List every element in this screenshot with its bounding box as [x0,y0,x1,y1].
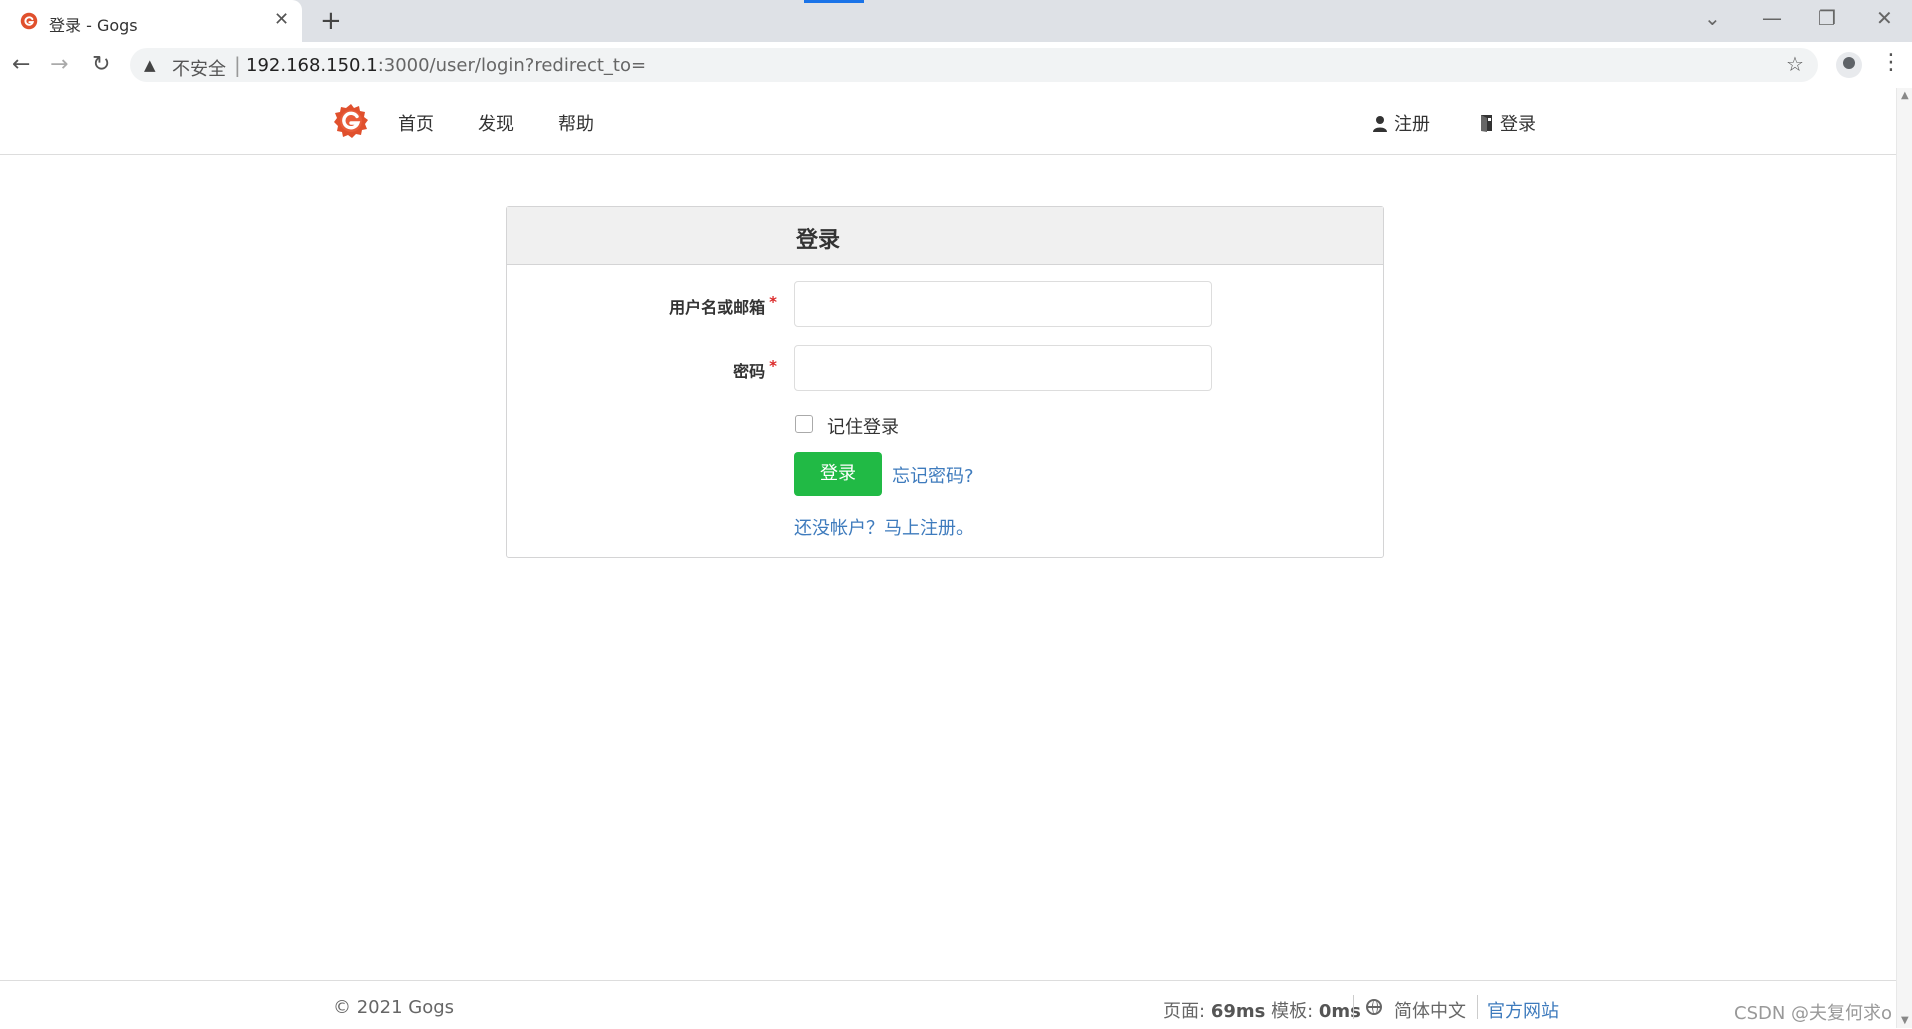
window-close-icon[interactable]: ✕ [1876,6,1893,30]
forward-icon[interactable]: → [50,52,68,77]
template-time-value: 0ms [1318,1001,1361,1022]
nav-explore[interactable]: 发现 [478,110,514,136]
sign-in-icon [1481,115,1492,132]
login-submit-button[interactable]: 登录 [794,452,882,496]
username-label: 用户名或邮箱 * [669,293,777,318]
nav-help[interactable]: 帮助 [558,110,594,136]
register-label: 注册 [1394,114,1430,135]
scroll-down-icon[interactable]: ▼ [1901,1015,1909,1026]
not-secure-label[interactable]: 不安全 [172,55,226,81]
new-tab-icon[interactable]: + [320,6,342,36]
nav-home[interactable]: 首页 [398,110,434,136]
site-header: 首页 发现 帮助 注册 登录 [0,88,1896,155]
password-label-text: 密码 [733,362,766,381]
page-time-label: 页面: [1163,1001,1206,1022]
password-input[interactable] [794,345,1212,391]
language-selector[interactable]: 简体中文 [1394,997,1466,1023]
login-label: 登录 [1500,114,1536,135]
address-bar[interactable]: ▲ 不安全 | 192.168.150.1:3000/user/login?re… [130,48,1818,82]
register-link[interactable]: 注册 [1372,110,1430,136]
menu-icon[interactable]: ⋮ [1880,50,1902,75]
password-label: 密码 * [733,357,777,382]
template-time-label: 模板: [1271,1001,1314,1022]
browser-toolbar: ← → ↻ ▲ 不安全 | 192.168.150.1:3000/user/lo… [0,42,1912,89]
copyright: © 2021 Gogs [333,997,455,1018]
reload-icon[interactable]: ↻ [92,52,110,77]
browser-tab-bar: 登录 - Gogs ✕ + ⌄ — ❐ ✕ [0,0,1912,42]
warning-icon[interactable]: ▲ [144,56,156,74]
user-icon [1373,116,1387,132]
login-card-header: 登录 [507,207,1383,265]
username-label-text: 用户名或邮箱 [669,298,766,317]
gogs-favicon-icon [20,12,38,30]
tab-close-icon[interactable]: ✕ [274,9,289,30]
remember-checkbox[interactable] [795,415,813,433]
url-host: 192.168.150.1 [246,55,378,76]
watermark: CSDN @夫复何求o [1734,1003,1893,1024]
url-path: :3000/user/login?redirect_to= [377,55,647,76]
gogs-logo-icon[interactable] [333,103,369,139]
profile-icon[interactable] [1836,52,1862,78]
tab-title: 登录 - Gogs [49,16,138,35]
required-mark: * [769,293,777,311]
remember-label[interactable]: 记住登录 [827,413,899,439]
login-title: 登录 [796,228,841,253]
render-stats: 页面: 69ms 模板: 0ms [1163,997,1361,1023]
footer-divider [1477,995,1478,1019]
official-site-link[interactable]: 官方网站 [1487,997,1559,1023]
page-scrollbar[interactable]: ▲ ▼ [1896,88,1912,1028]
star-icon[interactable]: ☆ [1786,52,1804,76]
site-footer: © 2021 Gogs 页面: 69ms 模板: 0ms 简体中文 官方网站 C… [0,980,1896,1029]
restore-icon[interactable]: ❐ [1818,6,1836,30]
forgot-password-link[interactable]: 忘记密码? [892,462,974,488]
tab-search-icon[interactable]: ⌄ [1704,6,1721,30]
minimize-icon[interactable]: — [1762,6,1782,30]
scroll-up-icon[interactable]: ▲ [1901,90,1909,101]
globe-icon [1366,999,1382,1015]
page-time-value: 69ms [1210,1001,1266,1022]
footer-divider [1353,995,1354,1019]
url-text[interactable]: 192.168.150.1:3000/user/login?redirect_t… [246,55,646,76]
back-icon[interactable]: ← [12,52,30,77]
signup-link[interactable]: 还没帐户？马上注册。 [794,514,974,540]
login-link[interactable]: 登录 [1479,110,1536,136]
tab-drag-indicator [804,0,864,3]
login-card: 登录 用户名或邮箱 * 密码 * 记住登录 登录 忘记密码? 还没帐户？马上注册。 [506,206,1384,558]
username-input[interactable] [794,281,1212,327]
required-mark: * [769,357,777,375]
url-separator: | [234,53,241,77]
browser-tab[interactable]: 登录 - Gogs ✕ [0,0,302,42]
